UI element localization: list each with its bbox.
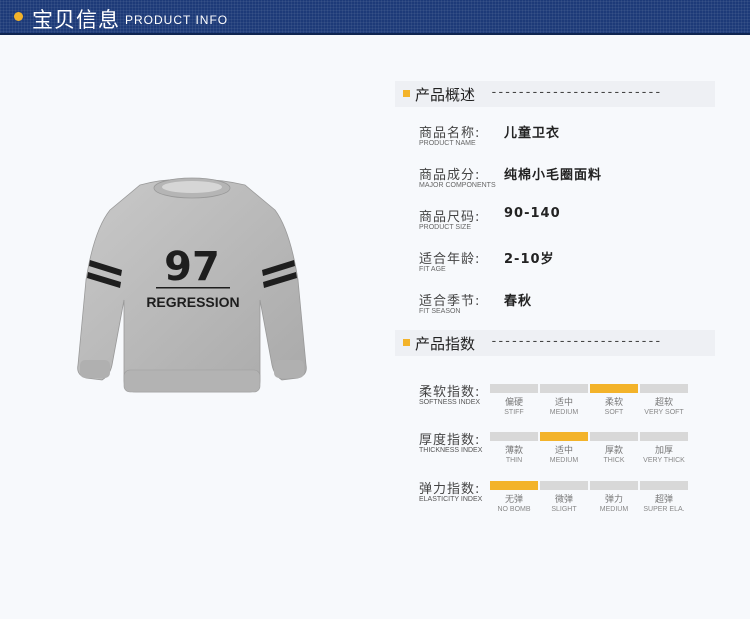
- segment-label-en: THICK: [603, 457, 625, 464]
- index-segment: 适中 MEDIUM: [540, 384, 588, 416]
- overview-row-season: 适合季节: FIT SEASON 春秋: [419, 290, 719, 326]
- index-segment: 柔软 SOFT: [590, 384, 638, 416]
- product-image: 97 REGRESSION: [77, 177, 307, 393]
- index-bar: [490, 432, 538, 441]
- thickness-index: 厚度指数: THICKNESS INDEX 薄款 THIN 适中 MEDIUM 厚款…: [419, 429, 719, 469]
- segment-label: 适中: [554, 398, 573, 408]
- row-label: 适合季节:: [419, 294, 481, 309]
- index-label-en: SOFTNESS INDEX: [419, 399, 481, 406]
- row-label-en: PRODUCT NAME: [419, 140, 476, 147]
- segment-label: 超弹: [654, 495, 673, 505]
- index-label: 弹力指数:: [419, 482, 481, 497]
- segment-label: 无弹: [504, 495, 523, 505]
- header-dot-icon: [14, 12, 23, 21]
- segment-label: 弹力: [604, 495, 623, 505]
- row-value: 春秋: [504, 294, 533, 309]
- section-header: 宝贝信息 PRODUCT INFO: [0, 0, 750, 35]
- segment-label: 微弹: [554, 495, 573, 505]
- index-label: 厚度指数:: [419, 433, 481, 448]
- index-bar: [590, 384, 638, 393]
- segment-label: 加厚: [654, 446, 673, 456]
- segment-label: 厚款: [604, 446, 623, 456]
- index-segment: 超弹 SUPER ELA.: [640, 481, 688, 513]
- segment-label-en: SLIGHT: [551, 506, 577, 513]
- print-text: REGRESSION: [146, 294, 239, 310]
- index-label: 柔软指数:: [419, 385, 481, 400]
- row-label: 商品名称:: [419, 126, 481, 141]
- segment-label-en: VERY SOFT: [644, 409, 684, 416]
- index-label-en: THICKNESS INDEX: [419, 447, 483, 454]
- row-value: 儿童卫衣: [504, 126, 561, 141]
- index-bar: [490, 481, 538, 490]
- overview-row-components: 商品成分: MAJOR COMPONENTS 纯棉小毛圈面料: [419, 164, 719, 200]
- header-title-cn: 宝贝信息: [32, 8, 120, 32]
- softness-index: 柔软指数: SOFTNESS INDEX 偏硬 STIFF 适中 MEDIUM 柔软…: [419, 381, 719, 421]
- segment-label-en: THIN: [505, 457, 523, 464]
- row-label: 商品尺码:: [419, 210, 481, 225]
- segment-label-en: MEDIUM: [549, 457, 579, 464]
- header-divider: [0, 33, 750, 35]
- overview-heading: 产品概述 -------------------------: [395, 81, 715, 107]
- overview-heading-dashes: -------------------------: [490, 85, 662, 100]
- row-label-en: MAJOR COMPONENTS: [419, 182, 496, 189]
- index-bar: [640, 481, 688, 490]
- segment-label: 柔软: [604, 398, 623, 408]
- index-segment: 偏硬 STIFF: [490, 384, 538, 416]
- index-heading-label: 产品指数: [415, 335, 476, 353]
- index-heading-dashes: -------------------------: [490, 334, 662, 349]
- index-segment: 弹力 MEDIUM: [590, 481, 638, 513]
- segment-label: 薄款: [504, 446, 523, 456]
- index-segment: 加厚 VERY THICK: [640, 432, 688, 464]
- index-bar: [540, 384, 588, 393]
- segment-label-en: SOFT: [604, 409, 624, 416]
- index-bar: [540, 481, 588, 490]
- segment-label: 偏硬: [504, 398, 523, 408]
- header-title-en: PRODUCT INFO: [125, 13, 229, 27]
- index-segment: 超软 VERY SOFT: [640, 384, 688, 416]
- segment-label-en: STIFF: [504, 409, 524, 416]
- segment-label-en: NO BOMB: [497, 506, 531, 513]
- index-segment: 薄款 THIN: [490, 432, 538, 464]
- index-segment: 无弹 NO BOMB: [490, 481, 538, 513]
- segment-label-en: VERY THICK: [643, 457, 685, 464]
- elasticity-index: 弹力指数: ELASTICITY INDEX 无弹 NO BOMB 微弹 SLIGH…: [419, 478, 719, 518]
- index-bar: [490, 384, 538, 393]
- index-bar: [640, 432, 688, 441]
- row-label-en: PRODUCT SIZE: [419, 224, 471, 231]
- segment-label: 超软: [654, 398, 673, 408]
- overview-row-age: 适合年龄: FIT AGE 2-10岁: [419, 248, 719, 284]
- index-bar: [590, 432, 638, 441]
- segment-label-en: MEDIUM: [549, 409, 579, 416]
- index-label-en: ELASTICITY INDEX: [419, 496, 483, 503]
- overview-row-name: 商品名称: PRODUCT NAME 儿童卫衣: [419, 122, 719, 158]
- square-bullet-icon: [403, 339, 410, 346]
- row-label: 适合年龄:: [419, 252, 481, 267]
- overview-heading-label: 产品概述: [415, 86, 476, 104]
- segment-label-en: SUPER ELA.: [643, 506, 685, 513]
- row-value: 2-10岁: [504, 252, 555, 267]
- print-number: 97: [164, 244, 220, 290]
- row-value: 90-140: [504, 206, 561, 221]
- segment-label: 适中: [554, 446, 573, 456]
- row-value: 纯棉小毛圈面料: [504, 168, 603, 183]
- segment-label-en: MEDIUM: [599, 506, 629, 513]
- index-segment: 微弹 SLIGHT: [540, 481, 588, 513]
- row-label: 商品成分:: [419, 168, 481, 183]
- index-bar: [540, 432, 588, 441]
- row-label-en: FIT AGE: [419, 266, 446, 273]
- square-bullet-icon: [403, 90, 410, 97]
- index-segment: 厚款 THICK: [590, 432, 638, 464]
- index-bar: [640, 384, 688, 393]
- index-bar: [590, 481, 638, 490]
- row-label-en: FIT SEASON: [419, 308, 461, 315]
- overview-row-size: 商品尺码: PRODUCT SIZE 90-140: [419, 206, 719, 242]
- index-heading: 产品指数 -------------------------: [395, 330, 715, 356]
- index-segment: 适中 MEDIUM: [540, 432, 588, 464]
